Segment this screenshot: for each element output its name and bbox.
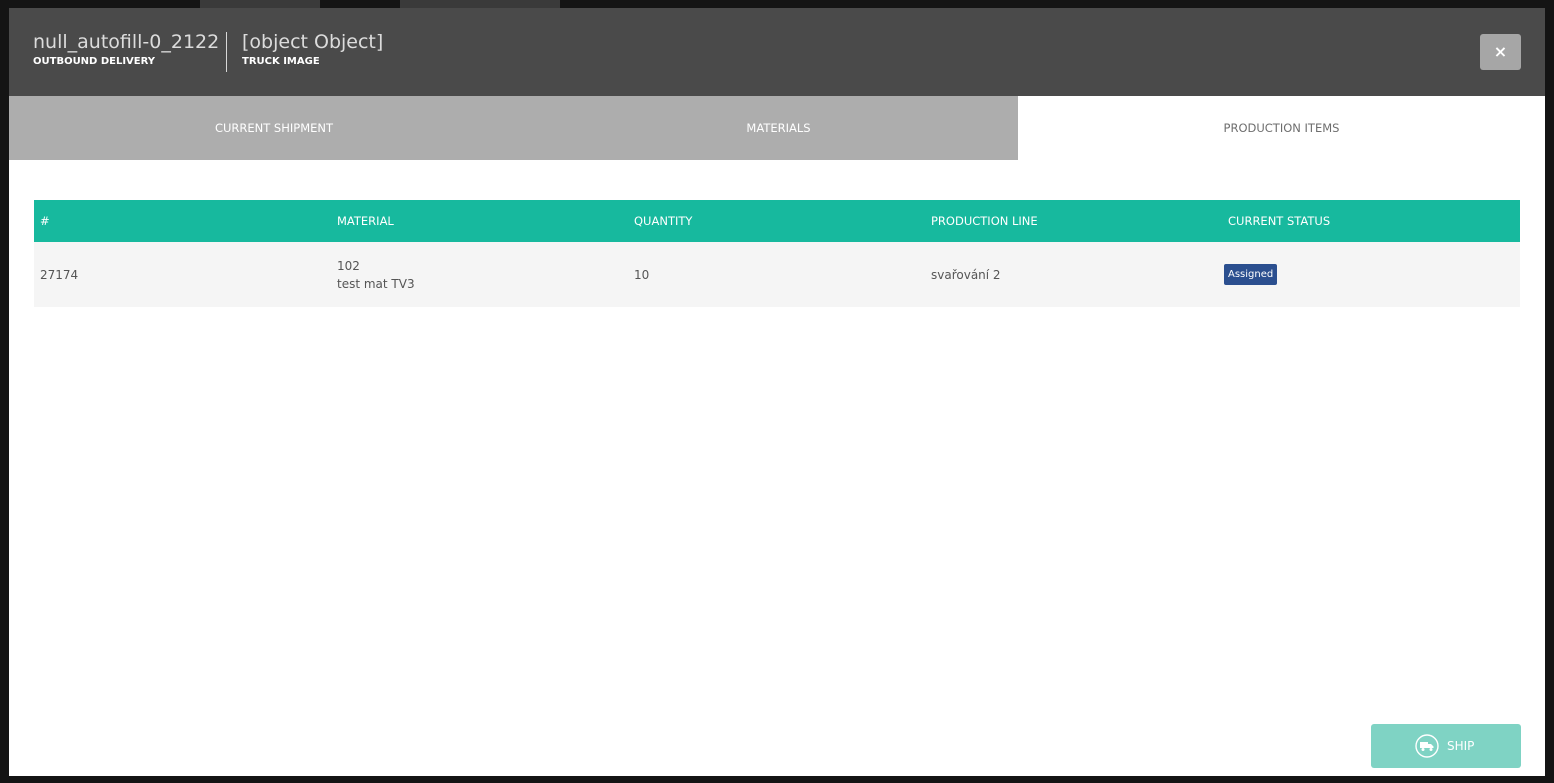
table-header: # MATERIAL QUANTITY PRODUCTION LINE CURR…	[34, 200, 1520, 242]
delivery-title: null_autofill-0_2122	[33, 31, 220, 53]
delivery-info: null_autofill-0_2122 OUTBOUND DELIVERY	[33, 30, 219, 69]
production-items-table: # MATERIAL QUANTITY PRODUCTION LINE CURR…	[34, 200, 1520, 307]
tab-production-items[interactable]: PRODUCTION ITEMS	[1018, 96, 1545, 160]
delivery-subtitle: OUTBOUND DELIVERY	[33, 56, 156, 67]
backdrop-ghost	[400, 0, 560, 8]
truck-subtitle: TRUCK IMAGE	[242, 56, 320, 67]
ship-label: SHIP	[1447, 739, 1475, 753]
row-quantity: 10	[634, 268, 650, 282]
backdrop-ghost	[200, 0, 320, 8]
material-name: test mat TV3	[337, 277, 415, 291]
table-row[interactable]: 27174 102 test mat TV3 10 svařování 2 As…	[34, 242, 1520, 307]
modal-header: null_autofill-0_2122 OUTBOUND DELIVERY […	[9, 8, 1545, 96]
column-header-current-status[interactable]: CURRENT STATUS	[1228, 200, 1330, 242]
tab-bar: CURRENT SHIPMENT MATERIALS PRODUCTION IT…	[9, 96, 1545, 160]
ship-button[interactable]: SHIP	[1371, 724, 1521, 768]
truck-info: [object Object] TRUCK IMAGE	[242, 30, 383, 69]
production-items-modal: null_autofill-0_2122 OUTBOUND DELIVERY […	[9, 8, 1545, 776]
close-button[interactable]: ×	[1480, 34, 1521, 70]
truck-title: [object Object]	[242, 31, 384, 53]
column-header-quantity[interactable]: QUANTITY	[634, 200, 692, 242]
row-id: 27174	[40, 268, 79, 282]
column-header-material[interactable]: MATERIAL	[337, 200, 394, 242]
row-production-line: svařování 2	[931, 268, 1001, 282]
truck-icon	[1415, 734, 1439, 758]
tab-current-shipment[interactable]: CURRENT SHIPMENT	[9, 96, 539, 160]
tab-materials[interactable]: MATERIALS	[539, 96, 1018, 160]
row-material: 102 test mat TV3	[337, 257, 415, 293]
header-divider	[226, 32, 227, 72]
status-badge: Assigned	[1224, 264, 1278, 285]
column-header-number[interactable]: #	[40, 200, 50, 242]
column-header-production-line[interactable]: PRODUCTION LINE	[931, 200, 1038, 242]
close-icon: ×	[1493, 42, 1508, 61]
material-code: 102	[337, 259, 360, 273]
